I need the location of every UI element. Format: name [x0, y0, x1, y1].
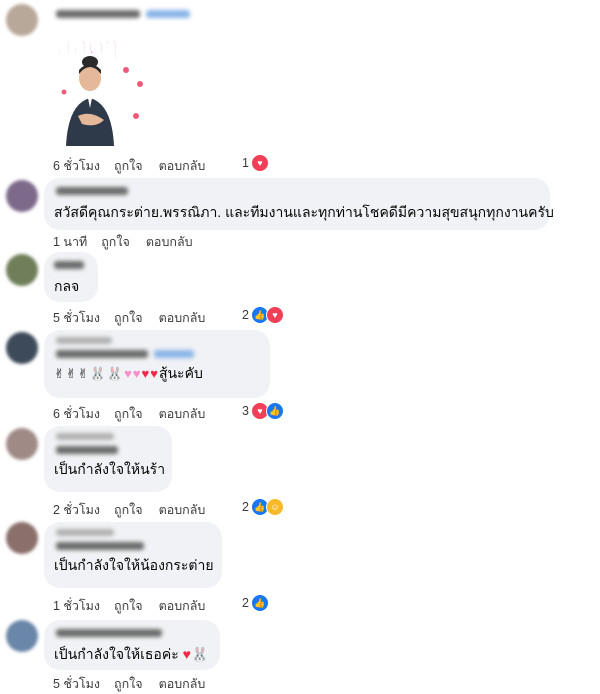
comment-time[interactable]: 6 ชั่วโมง — [53, 404, 100, 424]
blurred-author-name[interactable] — [56, 446, 118, 454]
blurred-label — [56, 337, 112, 344]
reply-link[interactable]: ตอบกลับ — [146, 232, 193, 252]
hug-sticker[interactable]: กอดๆ — [52, 24, 152, 152]
like-icon: 👍 — [250, 594, 269, 612]
reaction-count: 3 — [242, 404, 249, 418]
love-icon: ♥ — [250, 154, 269, 172]
comment-bubble: ✌✌✌🐰🐰♥♥♥♥สู้นะคับ — [44, 330, 270, 398]
comment-time[interactable]: 1 ชั่วโมง — [53, 596, 100, 616]
comment-text-main: เป็นกำลังใจให้เธอค่ะ — [54, 646, 179, 662]
avatar[interactable] — [6, 620, 38, 652]
comment-actions: 1 นาที ถูกใจ ตอบกลับ — [53, 232, 237, 252]
comment-text: เป็นกำลังใจให้นร้า — [54, 461, 166, 477]
blurred-author-name[interactable] — [54, 261, 84, 269]
avatar[interactable] — [6, 522, 38, 554]
comment-actions: 6 ชั่วโมง ถูกใจ ตอบกลับ — [53, 156, 249, 176]
avatar[interactable] — [6, 4, 38, 36]
comment-time[interactable]: 1 นาที — [53, 232, 87, 252]
comment-bubble: สวัสดีคุณกระต่าย.พรรณิภา. และทีมงานและทุ… — [44, 178, 554, 230]
rabbit-icon: 🐰 — [190, 646, 209, 662]
avatar[interactable] — [6, 180, 38, 212]
blurred-label — [56, 433, 114, 440]
comment-text: เป็นกำลังใจให้เธอค่ะ ♥🐰 — [54, 645, 208, 663]
reply-link[interactable]: ตอบกลับ — [159, 596, 206, 616]
comment-text: กลจ — [54, 278, 80, 294]
reply-link[interactable]: ตอบกลับ — [159, 500, 206, 520]
like-link[interactable]: ถูกใจ — [114, 500, 143, 520]
comment-bubble: เป็นกำลังใจให้เธอค่ะ ♥🐰 — [44, 620, 220, 670]
blurred-author-name[interactable] — [56, 629, 162, 637]
blurred-label — [56, 529, 114, 536]
comment-time[interactable]: 6 ชั่วโมง — [53, 156, 100, 176]
hug-sticker-image: กอดๆ — [56, 31, 143, 146]
comment-time[interactable]: 5 ชั่วโมง — [53, 308, 100, 328]
blurred-author-name[interactable] — [56, 350, 258, 358]
reply-link[interactable]: ตอบกลับ — [159, 308, 206, 328]
avatar[interactable] — [6, 428, 38, 460]
blurred-author-name[interactable] — [56, 187, 128, 195]
comment-text: เป็นกำลังใจให้น้องกระต่าย — [54, 557, 214, 573]
like-link[interactable]: ถูกใจ — [114, 674, 143, 694]
comment-text: ✌✌✌🐰🐰♥♥♥♥สู้นะคับ — [54, 364, 258, 383]
comment-time[interactable]: 5 ชั่วโมง — [53, 674, 100, 694]
comment-actions: 5 ชั่วโมง ถูกใจ ตอบกลับ — [53, 674, 249, 694]
blurred-author-name[interactable] — [56, 10, 190, 18]
avatar[interactable] — [6, 332, 38, 364]
reaction-count: 2 — [242, 596, 249, 610]
reaction-count: 1 — [242, 156, 249, 170]
like-link[interactable]: ถูกใจ — [114, 404, 143, 424]
comment-actions: 5 ชั่วโมง ถูกใจ ตอบกลับ — [53, 308, 249, 328]
pink-heart-icons: ♥♥ — [124, 366, 142, 381]
like-icon: 👍 — [265, 402, 284, 420]
like-link[interactable]: ถูกใจ — [114, 596, 143, 616]
like-link[interactable]: ถูกใจ — [114, 308, 143, 328]
comment-actions: 2 ชั่วโมง ถูกใจ ตอบกลับ — [53, 500, 249, 520]
comment-bubble: เป็นกำลังใจให้น้องกระต่าย — [44, 522, 222, 588]
comment-time[interactable]: 2 ชั่วโมง — [53, 500, 100, 520]
reactions[interactable]: 2 👍 — [242, 594, 269, 612]
reactions[interactable]: 1 ♥ — [242, 154, 269, 172]
love-icon: ♥ — [265, 306, 284, 324]
avatar[interactable] — [6, 254, 38, 286]
comment-bubble: เป็นกำลังใจให้นร้า — [44, 426, 172, 492]
reactions[interactable]: 2 👍 ☺ — [242, 498, 284, 516]
like-link[interactable]: ถูกใจ — [101, 232, 130, 252]
emoji-row: ✌✌✌🐰🐰 — [54, 366, 125, 381]
care-icon: ☺ — [265, 498, 284, 516]
reply-link[interactable]: ตอบกลับ — [159, 674, 206, 694]
comment-actions: 6 ชั่วโมง ถูกใจ ตอบกลับ — [53, 404, 249, 424]
reactions[interactable]: 3 ♥ 👍 — [242, 402, 284, 420]
blurred-author-name[interactable] — [56, 542, 144, 550]
heart-icon: ♥ — [178, 646, 191, 662]
reply-link[interactable]: ตอบกลับ — [159, 404, 206, 424]
comment-actions: 1 ชั่วโมง ถูกใจ ตอบกลับ — [53, 596, 249, 616]
like-link[interactable]: ถูกใจ — [114, 156, 143, 176]
comment-bubble: กลจ — [44, 252, 98, 302]
reactions[interactable]: 2 👍 ♥ — [242, 306, 284, 324]
red-heart-icons: ♥♥ — [141, 366, 159, 381]
comment-text-suffix: สู้นะคับ — [158, 365, 203, 381]
reaction-count: 2 — [242, 308, 249, 322]
comment-text: สวัสดีคุณกระต่าย.พรรณิภา. และทีมงานและทุ… — [54, 204, 554, 220]
reaction-count: 2 — [242, 500, 249, 514]
reply-link[interactable]: ตอบกลับ — [159, 156, 206, 176]
